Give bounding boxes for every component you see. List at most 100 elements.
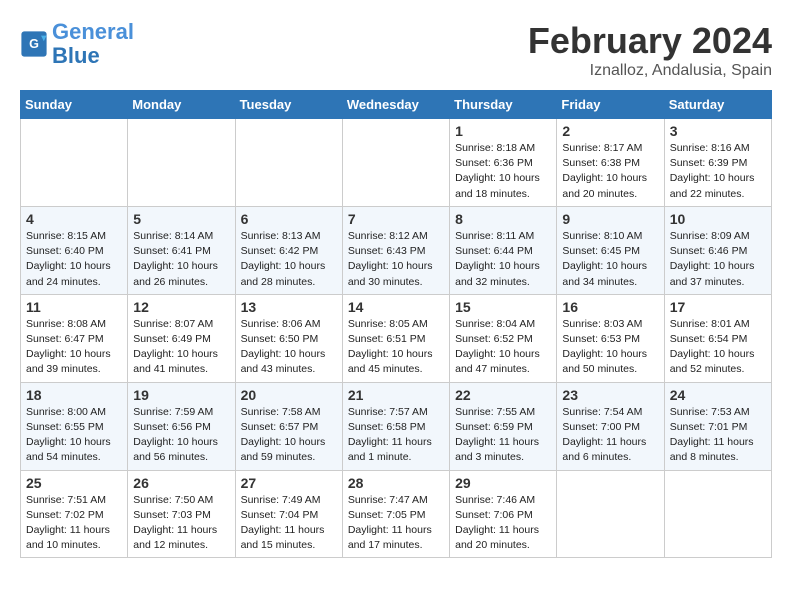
day-info: Sunrise: 7:54 AMSunset: 7:00 PMDaylight:… bbox=[562, 405, 658, 466]
day-number: 23 bbox=[562, 387, 658, 403]
weekday-header-thursday: Thursday bbox=[450, 91, 557, 119]
calendar-cell: 3 Sunrise: 8:16 AMSunset: 6:39 PMDaylight… bbox=[664, 119, 771, 207]
calendar-cell bbox=[21, 119, 128, 207]
calendar-cell: 5Sunrise: 8:14 AMSunset: 6:41 PMDaylight… bbox=[128, 206, 235, 294]
day-info: Sunrise: 7:46 AMSunset: 7:06 PMDaylight:… bbox=[455, 493, 551, 554]
day-number: 6 bbox=[241, 211, 337, 227]
day-number: 28 bbox=[348, 475, 444, 491]
calendar-cell: 26 Sunrise: 7:50 AMSunset: 7:03 PMDayligh… bbox=[128, 470, 235, 558]
day-info: Sunrise: 8:16 AMSunset: 6:39 PMDaylight:… bbox=[670, 141, 766, 202]
day-number: 25 bbox=[26, 475, 122, 491]
svg-text:G: G bbox=[29, 37, 39, 51]
logo-icon: G bbox=[20, 30, 48, 58]
day-info: Sunrise: 8:12 AMSunset: 6:43 PMDaylight:… bbox=[348, 229, 444, 290]
calendar-cell: 7 Sunrise: 8:12 AMSunset: 6:43 PMDaylight… bbox=[342, 206, 449, 294]
calendar-cell: 19 Sunrise: 7:59 AMSunset: 6:56 PMDayligh… bbox=[128, 382, 235, 470]
calendar-cell: 1 Sunrise: 8:18 AMSunset: 6:36 PMDaylight… bbox=[450, 119, 557, 207]
weekday-header-tuesday: Tuesday bbox=[235, 91, 342, 119]
calendar-table: SundayMondayTuesdayWednesdayThursdayFrid… bbox=[20, 90, 772, 558]
day-info: Sunrise: 8:13 AMSunset: 6:42 PMDaylight:… bbox=[241, 229, 337, 290]
day-info: Sunrise: 7:49 AMSunset: 7:04 PMDaylight:… bbox=[241, 493, 337, 554]
day-number: 2 bbox=[562, 123, 658, 139]
calendar-cell: 18 Sunrise: 8:00 AMSunset: 6:55 PMDayligh… bbox=[21, 382, 128, 470]
calendar-cell: 9 Sunrise: 8:10 AMSunset: 6:45 PMDaylight… bbox=[557, 206, 664, 294]
weekday-header-wednesday: Wednesday bbox=[342, 91, 449, 119]
title-area: February 2024 Iznalloz, Andalusia, Spain bbox=[528, 20, 772, 80]
calendar-cell: 16 Sunrise: 8:03 AMSunset: 6:53 PMDayligh… bbox=[557, 294, 664, 382]
calendar-cell: 4Sunrise: 8:15 AMSunset: 6:40 PMDaylight… bbox=[21, 206, 128, 294]
day-info: Sunrise: 7:53 AMSunset: 7:01 PMDaylight:… bbox=[670, 405, 766, 466]
day-info: Sunrise: 7:58 AMSunset: 6:57 PMDaylight:… bbox=[241, 405, 337, 466]
day-info: Sunrise: 8:00 AMSunset: 6:55 PMDaylight:… bbox=[26, 405, 122, 466]
page-header: G General Blue February 2024 Iznalloz, A… bbox=[20, 20, 772, 80]
day-number: 10 bbox=[670, 211, 766, 227]
calendar-cell: 21Sunrise: 7:57 AMSunset: 6:58 PMDayligh… bbox=[342, 382, 449, 470]
weekday-header-saturday: Saturday bbox=[664, 91, 771, 119]
day-info: Sunrise: 7:55 AMSunset: 6:59 PMDaylight:… bbox=[455, 405, 551, 466]
day-info: Sunrise: 8:09 AMSunset: 6:46 PMDaylight:… bbox=[670, 229, 766, 290]
calendar-cell bbox=[664, 470, 771, 558]
calendar-cell: 22 Sunrise: 7:55 AMSunset: 6:59 PMDayligh… bbox=[450, 382, 557, 470]
calendar-cell bbox=[128, 119, 235, 207]
day-number: 21 bbox=[348, 387, 444, 403]
day-number: 12 bbox=[133, 299, 229, 315]
calendar-cell: 13 Sunrise: 8:06 AMSunset: 6:50 PMDayligh… bbox=[235, 294, 342, 382]
calendar-cell bbox=[342, 119, 449, 207]
calendar-cell: 15 Sunrise: 8:04 AMSunset: 6:52 PMDayligh… bbox=[450, 294, 557, 382]
day-info: Sunrise: 8:01 AMSunset: 6:54 PMDaylight:… bbox=[670, 317, 766, 378]
day-info: Sunrise: 8:03 AMSunset: 6:53 PMDaylight:… bbox=[562, 317, 658, 378]
day-info: Sunrise: 8:05 AMSunset: 6:51 PMDaylight:… bbox=[348, 317, 444, 378]
day-number: 15 bbox=[455, 299, 551, 315]
calendar-cell bbox=[557, 470, 664, 558]
day-number: 5 bbox=[133, 211, 229, 227]
day-info: Sunrise: 8:04 AMSunset: 6:52 PMDaylight:… bbox=[455, 317, 551, 378]
weekday-header-monday: Monday bbox=[128, 91, 235, 119]
day-info: Sunrise: 7:47 AMSunset: 7:05 PMDaylight:… bbox=[348, 493, 444, 554]
day-info: Sunrise: 8:17 AMSunset: 6:38 PMDaylight:… bbox=[562, 141, 658, 202]
weekday-header-friday: Friday bbox=[557, 91, 664, 119]
logo: G General Blue bbox=[20, 20, 134, 68]
day-info: Sunrise: 7:51 AMSunset: 7:02 PMDaylight:… bbox=[26, 493, 122, 554]
calendar-cell: 14 Sunrise: 8:05 AMSunset: 6:51 PMDayligh… bbox=[342, 294, 449, 382]
calendar-cell: 8Sunrise: 8:11 AMSunset: 6:44 PMDaylight… bbox=[450, 206, 557, 294]
day-number: 14 bbox=[348, 299, 444, 315]
location: Iznalloz, Andalusia, Spain bbox=[528, 62, 772, 80]
calendar-cell: 12 Sunrise: 8:07 AMSunset: 6:49 PMDayligh… bbox=[128, 294, 235, 382]
day-number: 29 bbox=[455, 475, 551, 491]
day-number: 9 bbox=[562, 211, 658, 227]
day-info: Sunrise: 8:18 AMSunset: 6:36 PMDaylight:… bbox=[455, 141, 551, 202]
day-number: 17 bbox=[670, 299, 766, 315]
day-info: Sunrise: 8:10 AMSunset: 6:45 PMDaylight:… bbox=[562, 229, 658, 290]
day-info: Sunrise: 7:59 AMSunset: 6:56 PMDaylight:… bbox=[133, 405, 229, 466]
weekday-header-sunday: Sunday bbox=[21, 91, 128, 119]
calendar-cell: 24 Sunrise: 7:53 AMSunset: 7:01 PMDayligh… bbox=[664, 382, 771, 470]
day-number: 11 bbox=[26, 299, 122, 315]
calendar-cell: 23 Sunrise: 7:54 AMSunset: 7:00 PMDayligh… bbox=[557, 382, 664, 470]
day-number: 18 bbox=[26, 387, 122, 403]
day-number: 3 bbox=[670, 123, 766, 139]
day-info: Sunrise: 8:15 AMSunset: 6:40 PMDaylight:… bbox=[26, 229, 122, 290]
calendar-cell: 2 Sunrise: 8:17 AMSunset: 6:38 PMDaylight… bbox=[557, 119, 664, 207]
day-number: 19 bbox=[133, 387, 229, 403]
day-number: 27 bbox=[241, 475, 337, 491]
calendar-cell: 28 Sunrise: 7:47 AMSunset: 7:05 PMDayligh… bbox=[342, 470, 449, 558]
calendar-cell: 27 Sunrise: 7:49 AMSunset: 7:04 PMDayligh… bbox=[235, 470, 342, 558]
day-info: Sunrise: 8:08 AMSunset: 6:47 PMDaylight:… bbox=[26, 317, 122, 378]
day-info: Sunrise: 7:50 AMSunset: 7:03 PMDaylight:… bbox=[133, 493, 229, 554]
day-info: Sunrise: 8:06 AMSunset: 6:50 PMDaylight:… bbox=[241, 317, 337, 378]
day-number: 20 bbox=[241, 387, 337, 403]
calendar-cell: 20 Sunrise: 7:58 AMSunset: 6:57 PMDayligh… bbox=[235, 382, 342, 470]
calendar-cell: 17 Sunrise: 8:01 AMSunset: 6:54 PMDayligh… bbox=[664, 294, 771, 382]
day-number: 1 bbox=[455, 123, 551, 139]
day-number: 26 bbox=[133, 475, 229, 491]
day-number: 7 bbox=[348, 211, 444, 227]
month-title: February 2024 bbox=[528, 20, 772, 62]
day-number: 16 bbox=[562, 299, 658, 315]
day-number: 13 bbox=[241, 299, 337, 315]
day-number: 24 bbox=[670, 387, 766, 403]
day-number: 22 bbox=[455, 387, 551, 403]
day-number: 8 bbox=[455, 211, 551, 227]
calendar-cell: 25 Sunrise: 7:51 AMSunset: 7:02 PMDayligh… bbox=[21, 470, 128, 558]
calendar-cell bbox=[235, 119, 342, 207]
day-info: Sunrise: 8:07 AMSunset: 6:49 PMDaylight:… bbox=[133, 317, 229, 378]
